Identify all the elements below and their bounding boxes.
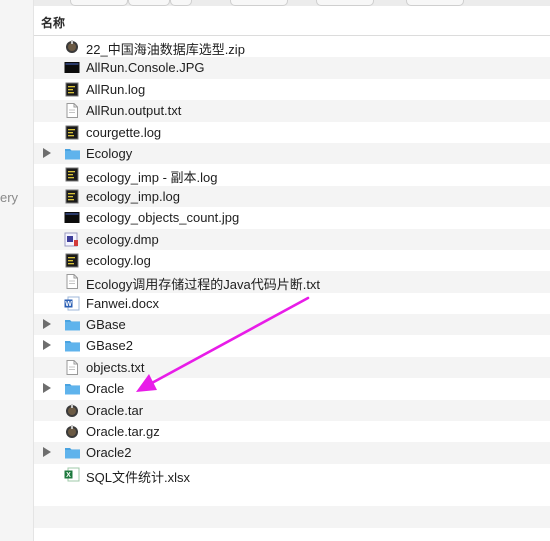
text-file-icon — [64, 274, 80, 290]
file-row[interactable]: 22_中国海油数据库选型.zip — [34, 36, 550, 57]
folder-icon — [64, 317, 80, 332]
image-icon — [64, 60, 80, 75]
file-row[interactable]: courgette.log — [34, 122, 550, 143]
excel-icon: X — [64, 467, 80, 482]
log-icon — [64, 253, 80, 268]
log-icon — [64, 125, 80, 140]
svg-text:W: W — [65, 301, 72, 308]
file-name: courgette.log — [86, 124, 162, 140]
file-row[interactable]: Oracle.tar.gz — [34, 421, 550, 442]
folder-icon — [64, 338, 80, 353]
folder-row[interactable]: Ecology — [34, 142, 550, 165]
folder-row[interactable]: Oracle2 — [34, 442, 550, 464]
file-row[interactable]: Oracle.tar — [34, 399, 550, 422]
file-row[interactable]: objects.txt — [34, 356, 550, 379]
disclosure-triangle-icon[interactable] — [43, 147, 51, 158]
file-name: ecology_objects_count.jpg — [86, 210, 240, 226]
file-name: ecology_imp - 副本.log — [86, 170, 218, 186]
column-header[interactable]: 名称 — [34, 6, 550, 36]
file-name: Oracle2 — [86, 445, 132, 461]
file-name: SQL文件统计.xlsx — [86, 469, 191, 485]
file-row[interactable]: ecology_imp - 副本.log — [34, 164, 550, 185]
svg-text:X: X — [66, 472, 71, 479]
log-icon — [64, 189, 80, 204]
log-icon — [64, 167, 80, 182]
file-name: Oracle.tar — [86, 402, 144, 418]
file-name: AllRun.Console.JPG — [86, 60, 205, 76]
file-row[interactable]: AllRun.log — [34, 79, 550, 100]
file-row[interactable]: ecology.dmp — [34, 228, 550, 250]
archive-icon — [64, 39, 80, 54]
text-file-icon — [64, 359, 80, 375]
file-name: AllRun.log — [86, 81, 146, 97]
file-row[interactable]: X SQL文件统计.xlsx — [34, 464, 550, 485]
disclosure-triangle-icon[interactable] — [43, 383, 51, 394]
file-row[interactable]: Ecology调用存储过程的Java代码片断.txt — [34, 271, 550, 293]
folder-icon — [64, 146, 80, 161]
folder-icon — [64, 445, 80, 460]
disclosure-triangle-icon[interactable] — [43, 319, 51, 330]
file-row[interactable]: ecology.log — [34, 250, 550, 271]
folder-row[interactable]: GBase2 — [34, 335, 550, 356]
word-doc-icon: W — [64, 296, 80, 311]
archive-icon — [64, 424, 80, 439]
text-file-icon — [64, 103, 80, 119]
folder-row[interactable]: Oracle — [34, 378, 550, 399]
sidebar-item-label[interactable]: ery — [0, 190, 18, 205]
file-name: Ecology调用存储过程的Java代码片断.txt — [86, 277, 321, 293]
file-name: ecology_imp.log — [86, 188, 180, 204]
file-row[interactable]: AllRun.Console.JPG — [34, 57, 550, 79]
file-list: 22_中国海油数据库选型.zip AllRun.Console.JPG AllRun… — [34, 36, 550, 485]
file-name: objects.txt — [86, 359, 145, 375]
file-row[interactable]: AllRun.output.txt — [34, 100, 550, 122]
file-name: ecology.dmp — [86, 231, 159, 247]
name-column-header[interactable]: 名称 — [41, 14, 65, 31]
file-name: ecology.log — [86, 252, 151, 268]
folder-icon — [64, 381, 80, 396]
disclosure-triangle-icon[interactable] — [43, 340, 51, 351]
image-icon — [64, 210, 80, 225]
file-name: 22_中国海油数据库选型.zip — [86, 42, 245, 57]
file-name: Oracle.tar.gz — [86, 424, 160, 440]
file-name: Oracle — [86, 381, 125, 397]
empty-list-area — [34, 485, 550, 541]
log-icon — [64, 82, 80, 97]
file-name: GBase — [86, 317, 126, 333]
sidebar: ery — [0, 0, 34, 541]
dmp-file-icon — [64, 232, 80, 247]
file-row[interactable]: ecology_imp.log — [34, 185, 550, 208]
disclosure-triangle-icon[interactable] — [43, 447, 51, 458]
file-row[interactable]: ecology_objects_count.jpg — [34, 207, 550, 228]
file-row[interactable]: W Fanwei.docx — [34, 293, 550, 314]
archive-icon — [64, 403, 80, 418]
file-name: Ecology — [86, 145, 133, 161]
file-name: Fanwei.docx — [86, 295, 159, 311]
file-name: AllRun.output.txt — [86, 103, 182, 119]
folder-row[interactable]: GBase — [34, 314, 550, 336]
file-name: GBase2 — [86, 338, 133, 354]
